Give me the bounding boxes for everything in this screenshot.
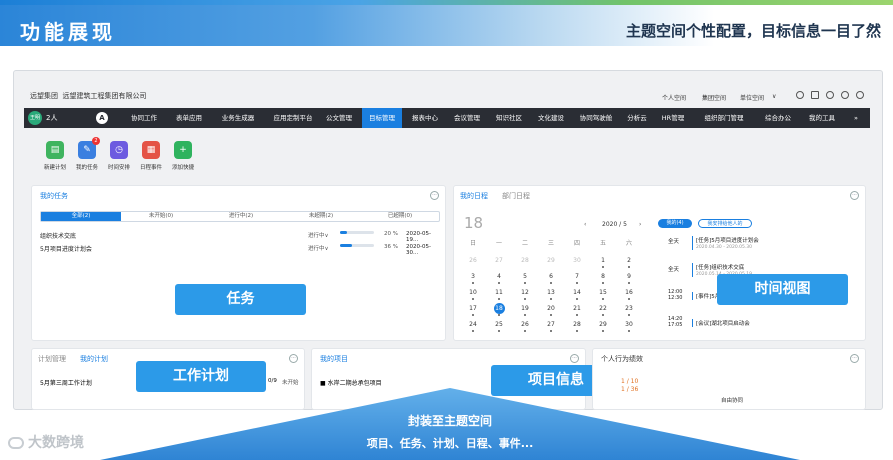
watermark-text: 大数跨境 [28, 435, 84, 451]
bottom-wedge [100, 388, 800, 460]
watermark: 大数跨境 [8, 432, 84, 452]
watermark-logo-icon [8, 437, 24, 449]
bottom-line-2: 项目、任务、计划、日程、事件... [366, 437, 534, 450]
bottom-line-1: 封装至主题空间 [407, 414, 492, 428]
